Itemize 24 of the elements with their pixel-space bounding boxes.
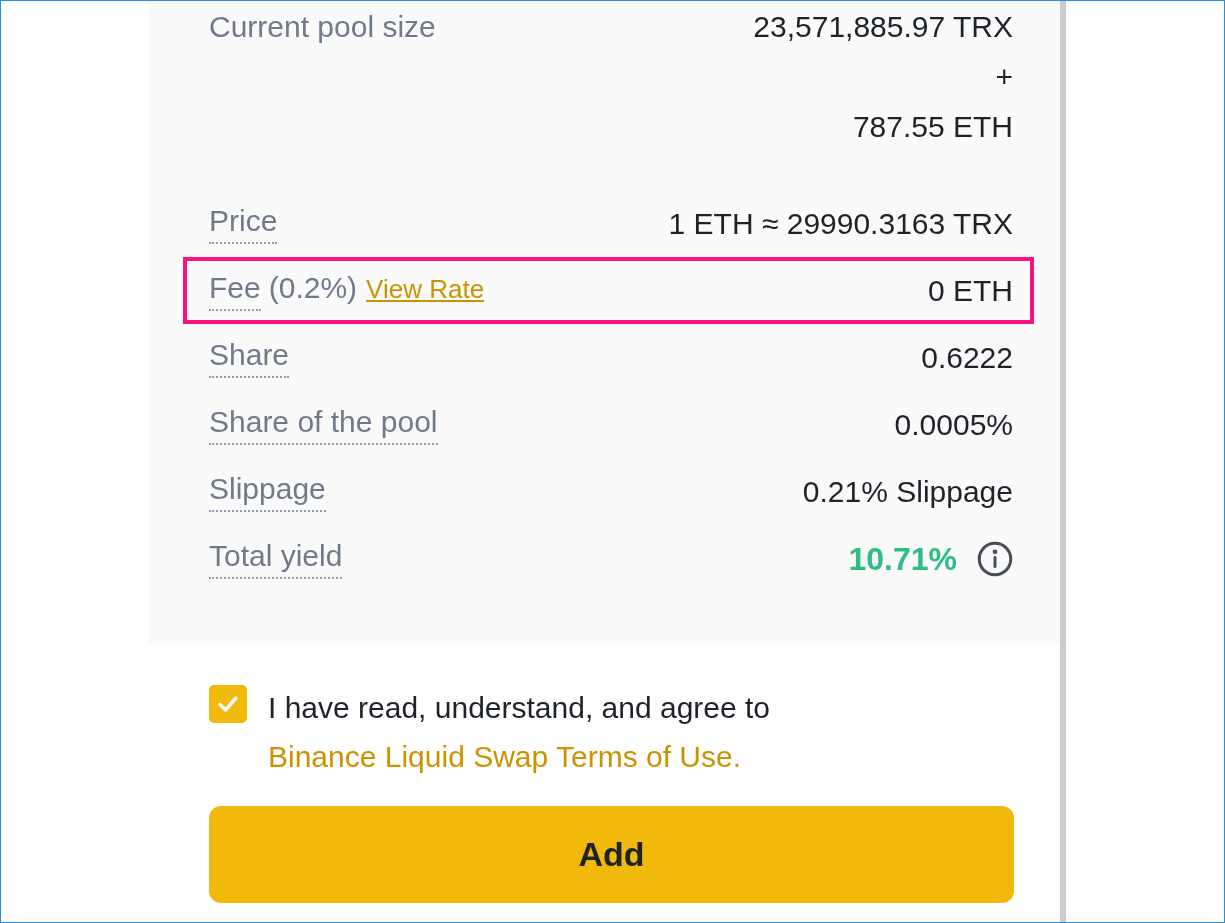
row-label: Share [209, 337, 290, 378]
checkbox[interactable] [209, 685, 247, 723]
check-icon [217, 695, 239, 713]
row-value: 1 ETH ≈ 29990.3163 TRX [668, 205, 1013, 242]
row-label: Price [209, 203, 278, 244]
row-value: 0.21% Slippage [802, 473, 1013, 510]
row-label: Share of the pool [209, 404, 438, 445]
add-button[interactable]: Add [209, 806, 1014, 903]
pool-size-value: + [995, 59, 1013, 95]
terms-link[interactable]: Binance Liquid Swap Terms of Use. [268, 740, 742, 773]
pool-size-value: 787.55 ETH [852, 109, 1013, 145]
info-icon[interactable] [977, 540, 1013, 577]
view-rate-link[interactable]: View Rate [366, 271, 485, 307]
fee-rate: (0.2%) [268, 270, 358, 306]
row-value: 0 ETH [927, 272, 1013, 309]
row-label: Fee [209, 270, 261, 311]
row-value: 0.6222 [921, 339, 1013, 376]
row-label: Total yield [209, 538, 343, 579]
yield-value: 10.71% [848, 539, 957, 579]
pool-size-value: 23,571,885.97 TRX [753, 9, 1013, 45]
row-value: 0.0005% [894, 406, 1013, 443]
pool-size-label: Current pool size [209, 9, 436, 45]
row-label: Slippage [209, 471, 326, 512]
terms-agreement-text: I have read, understand, and agree to Binance Liquid Swap Terms of Use. [268, 690, 772, 775]
